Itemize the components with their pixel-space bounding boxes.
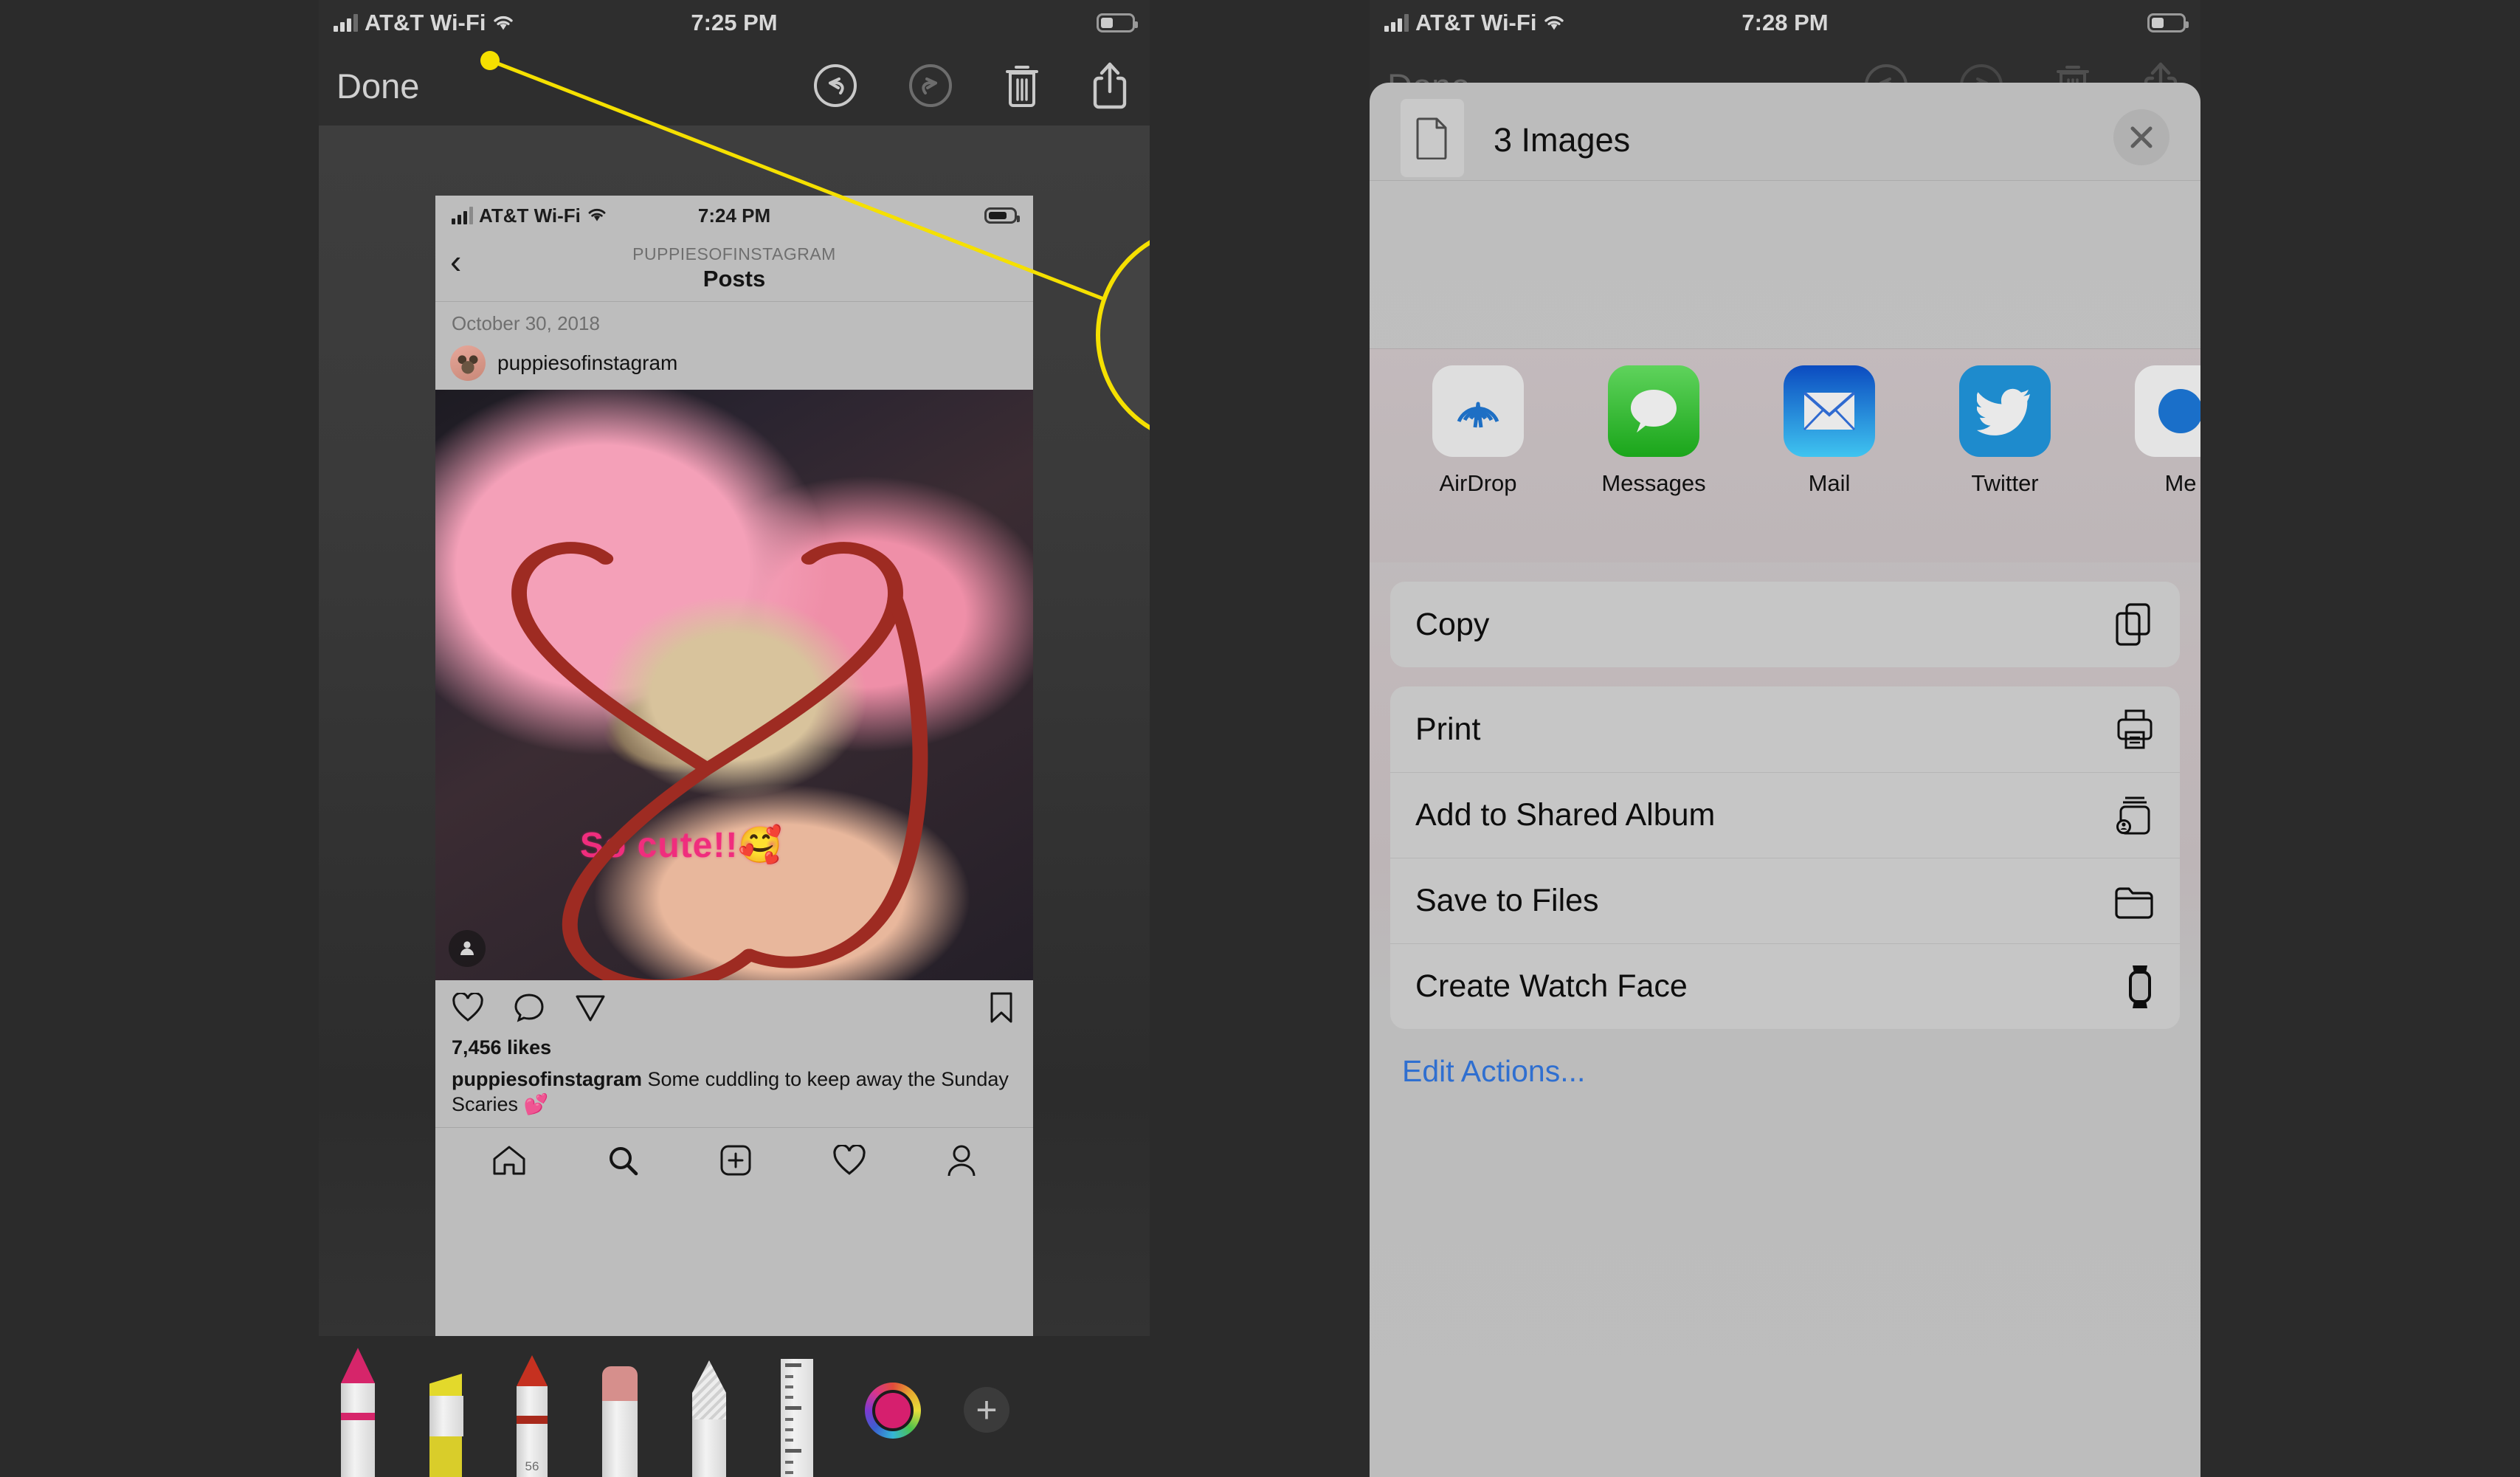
pen-tool[interactable] (341, 1348, 375, 1477)
share-sheet: 3 Images AirDrop Messages Mail Twitter M… (1370, 83, 2200, 1477)
share-target-twitter[interactable]: Twitter (1917, 365, 2093, 497)
bookmark-icon[interactable] (989, 991, 1014, 1024)
marker-number: 56 (525, 1459, 539, 1473)
eraser-tool[interactable] (602, 1366, 638, 1477)
share-target-label: Messages (1601, 470, 1706, 496)
share-target-label: Me (2164, 470, 2197, 496)
share-actions-group-copy: Copy (1390, 582, 2180, 667)
add-post-icon[interactable] (719, 1143, 753, 1177)
share-action-create-watch-face[interactable]: Create Watch Face (1390, 943, 2180, 1029)
likes-count: 7,456 likes (435, 1035, 1033, 1062)
paper-plane-icon[interactable] (574, 992, 607, 1023)
color-wheel[interactable] (865, 1383, 921, 1439)
callout-leader-line (480, 51, 1150, 319)
comment-icon[interactable] (514, 992, 545, 1023)
battery-icon (2147, 13, 2189, 32)
share-target-airdrop[interactable]: AirDrop (1390, 365, 1566, 497)
share-action-label: Copy (1415, 606, 1490, 642)
print-icon (2115, 709, 2155, 750)
copy-icon (2115, 602, 2155, 647)
left-phone-panel: AT&T Wi-Fi 7:25 PM Done AT&T Wi-Fi 7:24 … (319, 0, 1150, 1477)
share-apps-row[interactable]: AirDrop Messages Mail Twitter Me (1370, 348, 2200, 562)
share-action-print[interactable]: Print (1390, 686, 2180, 772)
share-action-label: Create Watch Face (1415, 968, 1688, 1004)
share-action-save-to-files[interactable]: Save to Files (1390, 858, 2180, 943)
right-status-bar: AT&T Wi-Fi 7:28 PM (1370, 0, 2200, 46)
share-sheet-title: 3 Images (1494, 121, 1631, 159)
folder-icon (2113, 884, 2155, 919)
home-icon[interactable] (491, 1144, 527, 1177)
share-target-mail[interactable]: Mail (1741, 365, 1917, 497)
close-icon[interactable] (2113, 109, 2169, 165)
share-action-label: Print (1415, 711, 1481, 747)
shared-album-icon (2115, 794, 2155, 837)
marker-tool[interactable]: 56 (517, 1355, 548, 1477)
post-action-bar (435, 980, 1033, 1035)
share-action-copy[interactable]: Copy (1390, 582, 2180, 667)
share-action-add-to-shared-album[interactable]: Add to Shared Album (1390, 772, 2180, 858)
ruler-tool[interactable] (781, 1359, 813, 1477)
edit-actions-link[interactable]: Edit Actions... (1402, 1054, 2200, 1089)
share-actions-group-main: Print Add to Shared Album Save to Files (1390, 686, 2180, 1029)
share-action-label: Add to Shared Album (1415, 797, 1716, 833)
search-icon[interactable] (607, 1144, 639, 1177)
twitter-icon (1977, 387, 2033, 435)
share-target-label: Twitter (1971, 470, 2039, 496)
screenshot-stage: AT&T Wi-Fi 7:25 PM Done AT&T Wi-Fi 7:24 … (0, 0, 2520, 1477)
share-action-label: Save to Files (1415, 883, 1599, 918)
drawn-text-annotation: So cute!!🥰 (580, 826, 784, 865)
watch-icon (2125, 964, 2155, 1010)
heart-icon[interactable] (832, 1144, 866, 1176)
share-target-label: Mail (1808, 470, 1851, 496)
profile-icon[interactable] (946, 1143, 977, 1177)
heart-icon[interactable] (452, 993, 484, 1022)
share-target-messages[interactable]: Messages (1566, 365, 1741, 497)
messages-icon (1625, 382, 1682, 440)
markup-tool-palette: 56 + (319, 1336, 1150, 1477)
mail-icon (1801, 388, 1858, 434)
share-target-more[interactable]: Me (2093, 365, 2200, 497)
share-preview-strip (1370, 180, 2200, 348)
share-target-label: AirDrop (1439, 470, 1517, 496)
instagram-tab-bar (435, 1127, 1033, 1193)
highlighter-tool[interactable] (429, 1374, 463, 1477)
clock-label: 7:28 PM (1741, 10, 1829, 35)
lasso-tool[interactable] (692, 1360, 726, 1477)
airdrop-icon (1449, 382, 1508, 441)
more-icon (2153, 383, 2200, 439)
add-tool-button[interactable]: + (964, 1387, 1009, 1433)
person-tag-icon[interactable] (449, 930, 486, 967)
caption-author[interactable]: puppiesofinstagram (452, 1068, 642, 1090)
post-caption: puppiesofinstagram Some cuddling to keep… (435, 1062, 1033, 1128)
right-phone-panel: AT&T Wi-Fi 7:28 PM Done (1370, 0, 2200, 1477)
document-icon (1401, 99, 1464, 177)
share-sheet-header: 3 Images (1370, 83, 2200, 180)
